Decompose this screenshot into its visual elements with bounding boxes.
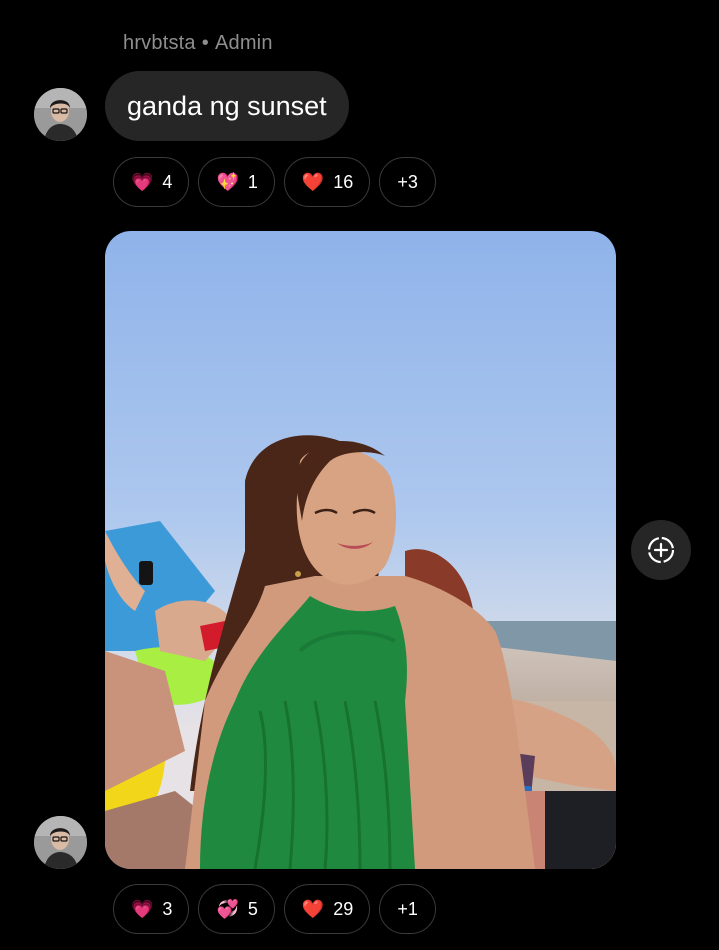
reaction-pill[interactable]: ❤️ 29 <box>283 884 371 934</box>
photo-image <box>105 231 616 869</box>
reaction-count: 3 <box>162 898 173 919</box>
growing-heart-icon: 💗 <box>131 171 154 192</box>
reaction-pill[interactable]: 💖 1 <box>198 157 275 207</box>
reaction-count: 4 <box>162 171 173 192</box>
revolving-hearts-icon: 💞 <box>216 898 239 919</box>
reaction-bar: 💗 4 💖 1 ❤️ 16 +3 <box>113 157 436 207</box>
reaction-pill[interactable]: 💗 3 <box>113 884 190 934</box>
sender-name[interactable]: hrvbtsta <box>123 32 196 54</box>
message-photo[interactable] <box>105 231 616 869</box>
more-reactions-button[interactable]: +3 <box>379 157 436 207</box>
reaction-count: 29 <box>333 898 354 919</box>
sparkling-heart-icon: 💖 <box>216 171 239 192</box>
avatar[interactable] <box>34 816 87 869</box>
more-reactions-count: +1 <box>397 898 418 919</box>
red-heart-icon: ❤️ <box>301 171 325 192</box>
more-reactions-button[interactable]: +1 <box>379 884 436 934</box>
red-heart-icon: ❤️ <box>301 898 325 919</box>
message-bubble[interactable]: ganda ng sunset <box>105 71 349 141</box>
reaction-pill[interactable]: 💞 5 <box>198 884 275 934</box>
reaction-count: 1 <box>247 171 258 192</box>
reaction-count: 5 <box>247 898 258 919</box>
growing-heart-icon: 💗 <box>131 898 154 919</box>
add-reaction-icon <box>647 536 675 564</box>
react-to-photo-button[interactable] <box>631 520 691 580</box>
reaction-pill[interactable]: ❤️ 16 <box>283 157 371 207</box>
message-text: ganda ng sunset <box>127 90 327 121</box>
more-reactions-count: +3 <box>397 171 418 192</box>
reaction-pill[interactable]: 💗 4 <box>113 157 190 207</box>
reaction-bar: 💗 3 💞 5 ❤️ 29 +1 <box>113 884 436 934</box>
sender-line: hrvbtsta • Admin <box>123 32 273 55</box>
avatar[interactable] <box>34 88 87 141</box>
sender-separator: • <box>201 32 209 54</box>
sender-role: Admin <box>214 32 273 54</box>
reaction-count: 16 <box>333 171 354 192</box>
